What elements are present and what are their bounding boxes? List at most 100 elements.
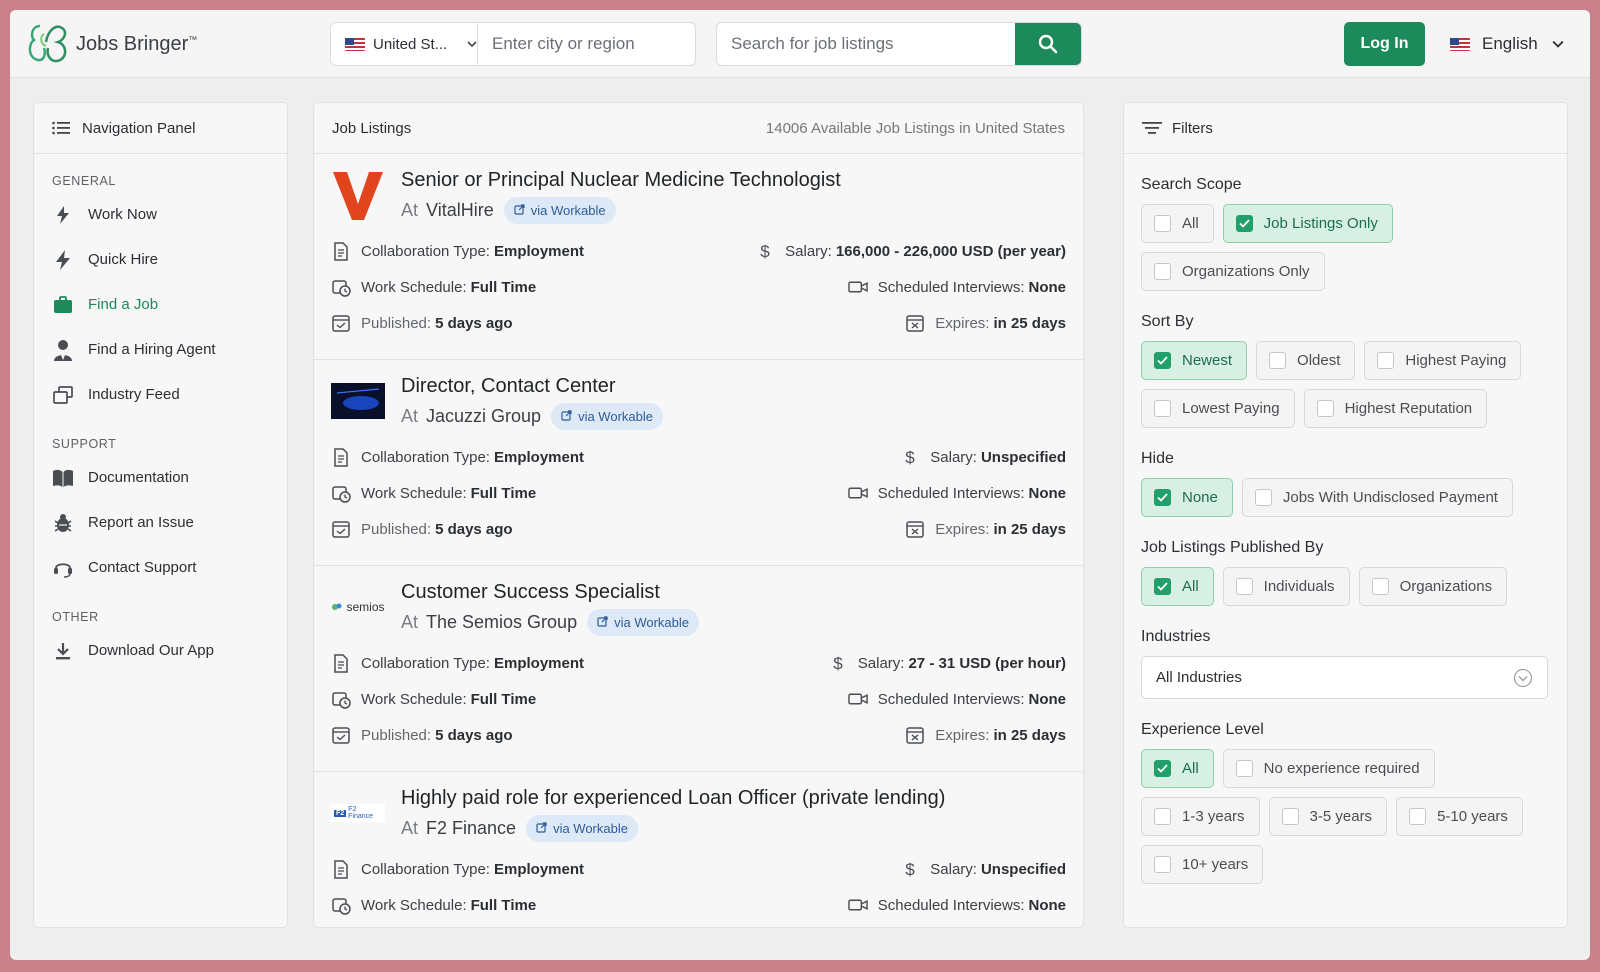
filter-chip[interactable]: All: [1141, 204, 1214, 243]
nav-item-find-hiring-agent[interactable]: Find a Hiring Agent: [52, 327, 269, 372]
scheduled-interviews: Scheduled Interviews: None: [847, 277, 1066, 297]
chevron-down-icon: [467, 41, 477, 48]
nav-section-general: GENERAL Work Now Quick Hire Find a Job F…: [34, 174, 287, 417]
checkbox-icon: [1371, 578, 1389, 595]
job-title[interactable]: Senior or Principal Nuclear Medicine Tec…: [401, 169, 841, 192]
salary-label: Salary:: [930, 448, 977, 466]
filter-chip[interactable]: None: [1141, 478, 1233, 517]
job-card[interactable]: Senior or Principal Nuclear Medicine Tec…: [314, 154, 1083, 360]
filter-group-title: Job Listings Published By: [1141, 539, 1324, 556]
nav-item-label: Find a Hiring Agent: [88, 341, 216, 358]
job-meta-row: Work Schedule: Full Time Scheduled Intervi…: [331, 276, 1066, 298]
published-icon: [331, 725, 351, 745]
filter-chip[interactable]: All: [1141, 567, 1214, 606]
filter-chip[interactable]: No experience required: [1222, 749, 1435, 788]
job-list: Senior or Principal Nuclear Medicine Tec…: [314, 154, 1083, 927]
jacuzzi-logo: [331, 374, 385, 428]
checkbox-icon: [1235, 578, 1253, 595]
published-icon: [331, 313, 351, 333]
job-title[interactable]: Highly paid role for experienced Loan Of…: [401, 787, 945, 810]
job-meta-row: Published: 5 days ago Expires: in 25 days: [331, 724, 1066, 746]
filter-chip[interactable]: 1-3 years: [1141, 797, 1260, 836]
filter-chip-label: No experience required: [1263, 760, 1420, 777]
work-schedule-icon: [331, 483, 351, 503]
filter-chip[interactable]: Job Listings Only: [1222, 204, 1393, 243]
search-button[interactable]: [1015, 23, 1081, 65]
filter-options: None Jobs With Undisclosed Payment: [1141, 478, 1551, 517]
expires: Expires: in 25 days: [905, 725, 1066, 745]
source-badge[interactable]: via Workable: [503, 197, 616, 224]
source-badge[interactable]: via Workable: [526, 815, 638, 842]
work-schedule-label: Work Schedule:: [361, 896, 467, 914]
source-badge[interactable]: via Workable: [551, 403, 663, 430]
salary-value: 166,000 - 226,000 USD (per year): [835, 242, 1066, 260]
nav-item-find-a-job[interactable]: Find a Job: [52, 282, 269, 327]
salary-icon: $: [755, 241, 775, 261]
expires-value: in 25 days: [993, 314, 1066, 332]
job-title[interactable]: Director, Contact Center: [401, 375, 616, 398]
nav-item-documentation[interactable]: Documentation: [52, 455, 269, 500]
collab-type-label: Collaboration Type:: [361, 448, 490, 466]
filters-body: Search Scope All Job Listings Only Organiza…: [1124, 176, 1567, 884]
company-name[interactable]: F2 Finance: [426, 818, 516, 839]
brand-logo[interactable]: Jobs Bringer™: [26, 22, 197, 66]
language-select[interactable]: English: [1450, 22, 1564, 66]
source-badge[interactable]: via Workable: [587, 609, 699, 636]
filter-chip[interactable]: All: [1141, 749, 1214, 788]
filter-chip-label: Lowest Paying: [1182, 400, 1280, 417]
nav-item-industry-feed[interactable]: Industry Feed: [52, 372, 269, 417]
filter-chip[interactable]: Highest Reputation: [1303, 389, 1488, 428]
checkbox-checked-icon: [1154, 760, 1171, 777]
job-card[interactable]: Director, Contact Center At Jacuzzi Group v…: [314, 360, 1083, 566]
filter-chip[interactable]: Organizations Only: [1141, 252, 1325, 291]
chevron-circle-icon: [1513, 668, 1533, 687]
svg-text:$: $: [906, 448, 916, 466]
job-search-input[interactable]: [717, 23, 1015, 65]
filter-chip-label: Highest Reputation: [1344, 400, 1473, 417]
filter-chip[interactable]: 5-10 years: [1396, 797, 1523, 836]
nav-item-report-issue[interactable]: Report an Issue: [52, 500, 269, 545]
salary-label: Salary:: [857, 654, 905, 672]
checkbox-checked-icon: [1154, 352, 1171, 369]
filter-chip-label: 5-10 years: [1437, 808, 1508, 825]
nav-item-quick-hire[interactable]: Quick Hire: [52, 237, 269, 282]
published-icon: [331, 519, 351, 539]
country-select[interactable]: United St...: [331, 23, 478, 65]
job-card[interactable]: semios Customer Success Specialist At The S…: [314, 566, 1083, 772]
collab-type: Collaboration Type: Employment: [331, 653, 584, 673]
job-meta-row: Collaboration Type: Employment $ Salary: 166…: [331, 240, 1066, 262]
filter-chip-label: Organizations Only: [1182, 263, 1310, 280]
filter-chip[interactable]: Newest: [1141, 341, 1248, 380]
source-label: via Workable: [553, 821, 628, 836]
filter-chip[interactable]: Highest Paying: [1364, 341, 1522, 380]
job-meta-row: Collaboration Type: Employment $ Salary: 27 …: [331, 652, 1066, 674]
company-name[interactable]: VitalHire: [426, 200, 494, 221]
checkbox-icon: [1154, 856, 1171, 873]
expires-icon: [905, 725, 925, 745]
download-icon: [52, 640, 74, 662]
city-input[interactable]: [478, 23, 713, 65]
work-schedule-value: Full Time: [470, 278, 537, 296]
filter-chip[interactable]: Lowest Paying: [1141, 389, 1295, 428]
filter-group-title: Industries: [1141, 628, 1211, 645]
nav-item-download-app[interactable]: Download Our App: [52, 628, 269, 673]
job-title[interactable]: Customer Success Specialist: [401, 581, 660, 604]
login-button[interactable]: Log In: [1344, 22, 1425, 66]
checkbox-icon: [1154, 808, 1171, 825]
filter-chip[interactable]: Jobs With Undisclosed Payment: [1241, 478, 1513, 517]
filter-chip[interactable]: Oldest: [1256, 341, 1356, 380]
filter-chip[interactable]: 3-5 years: [1268, 797, 1388, 836]
industries-select[interactable]: All Industries: [1141, 656, 1548, 699]
filter-chip[interactable]: Individuals: [1222, 567, 1350, 606]
work-schedule-icon: [331, 277, 351, 297]
company-name[interactable]: Jacuzzi Group: [426, 406, 541, 427]
nav-item-work-now[interactable]: Work Now: [52, 192, 269, 237]
collab-type-icon: [331, 859, 351, 879]
filter-chip[interactable]: Organizations: [1358, 567, 1508, 606]
job-card[interactable]: F2 F2 Finance Highly paid role for experie…: [314, 772, 1083, 927]
company-name[interactable]: The Semios Group: [426, 612, 577, 633]
at-label: At: [401, 200, 419, 220]
nav-item-contact-support[interactable]: Contact Support: [52, 545, 269, 590]
filter-chip[interactable]: 10+ years: [1141, 845, 1264, 884]
published: Published: 5 days ago: [331, 725, 513, 745]
